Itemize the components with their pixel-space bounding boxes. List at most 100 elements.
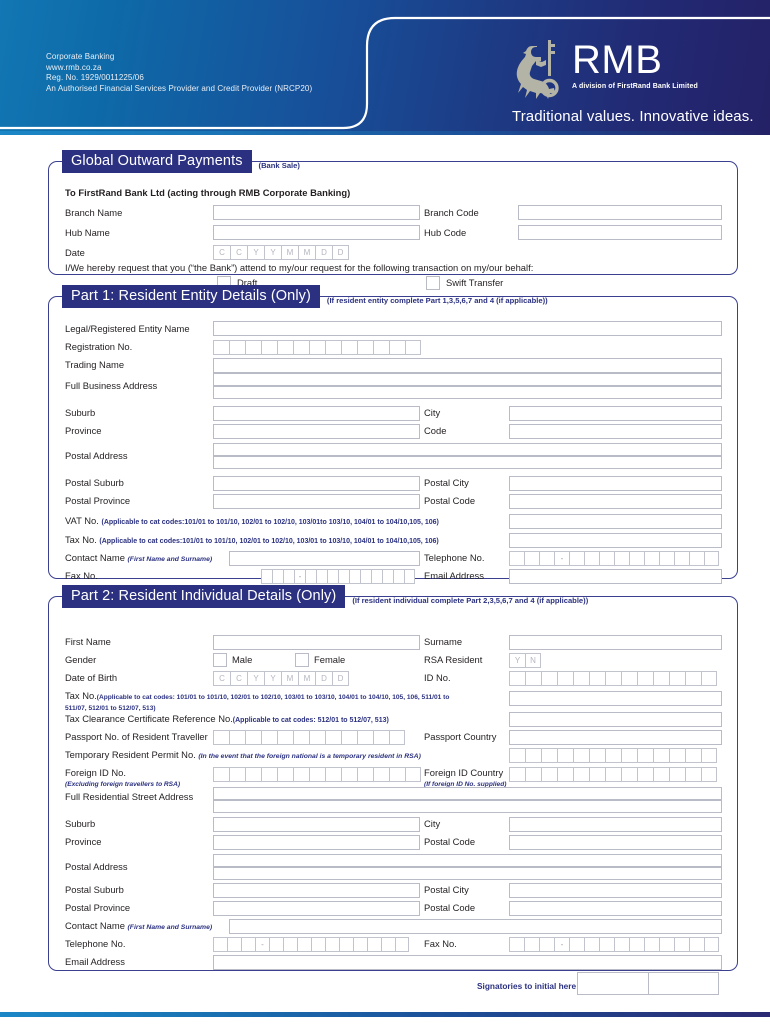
dob-cell[interactable]: D [332, 671, 349, 686]
postal-city-input[interactable] [509, 476, 722, 491]
fax-no-cell[interactable] [316, 569, 327, 584]
telephone-no-cells[interactable]: - [509, 551, 719, 566]
id-no-cell[interactable] [701, 671, 717, 686]
registration-no-cell[interactable] [373, 340, 389, 355]
city-input[interactable] [509, 406, 722, 421]
foreign-id-cell[interactable] [389, 767, 405, 782]
passport-no-cell[interactable] [293, 730, 309, 745]
email-address-input[interactable] [509, 569, 722, 584]
telephone-no-cell[interactable] [689, 551, 704, 566]
fax-no-cell-p2[interactable] [569, 937, 584, 952]
postal-code2-input-p2[interactable] [509, 901, 722, 916]
passport-no-cell[interactable] [373, 730, 389, 745]
registration-no-cell[interactable] [261, 340, 277, 355]
telephone-no-cell[interactable] [599, 551, 614, 566]
date-cell[interactable]: M [298, 245, 315, 260]
foreign-country-cell[interactable] [621, 767, 637, 782]
telephone-no-cell[interactable] [584, 551, 599, 566]
foreign-country-cells[interactable] [509, 767, 717, 782]
temporary-permit-cell[interactable] [573, 748, 589, 763]
foreign-id-cell[interactable] [325, 767, 341, 782]
branch-name-input[interactable] [213, 205, 420, 220]
rsa-resident-cells[interactable]: Y N [509, 653, 541, 668]
telephone-no-cell-p2[interactable] [381, 937, 395, 952]
date-cell[interactable]: Y [264, 245, 281, 260]
temporary-permit-cell[interactable] [637, 748, 653, 763]
id-no-cell[interactable] [541, 671, 557, 686]
passport-no-cell[interactable] [341, 730, 357, 745]
temporary-permit-cell[interactable] [557, 748, 573, 763]
registration-no-cell[interactable] [309, 340, 325, 355]
registration-no-cell[interactable] [277, 340, 293, 355]
temporary-permit-cell[interactable] [621, 748, 637, 763]
fax-no-cell[interactable] [360, 569, 371, 584]
branch-code-input[interactable] [518, 205, 722, 220]
date-cell[interactable]: M [281, 245, 298, 260]
passport-no-cell[interactable] [277, 730, 293, 745]
telephone-no-cell[interactable] [644, 551, 659, 566]
passport-no-cells[interactable] [213, 730, 405, 745]
hub-name-input[interactable] [213, 225, 420, 240]
fax-no-cell[interactable] [371, 569, 382, 584]
residential-address-line2-input[interactable] [213, 800, 722, 813]
telephone-no-cell[interactable] [614, 551, 629, 566]
temporary-permit-cell[interactable] [589, 748, 605, 763]
fax-no-cell-p2[interactable]: - [554, 937, 569, 952]
telephone-no-cell-p2[interactable] [241, 937, 255, 952]
business-address-line2-input[interactable] [213, 386, 722, 399]
fax-no-cell-p2[interactable] [509, 937, 524, 952]
registration-no-cell[interactable] [293, 340, 309, 355]
foreign-country-cell[interactable] [669, 767, 685, 782]
registration-no-cells[interactable] [213, 340, 421, 355]
postal-code-input-p2[interactable] [509, 835, 722, 850]
telephone-no-cell[interactable] [704, 551, 719, 566]
foreign-country-cell[interactable] [685, 767, 701, 782]
foreign-country-cell[interactable] [653, 767, 669, 782]
id-no-cell[interactable] [573, 671, 589, 686]
date-cell[interactable]: Y [247, 245, 264, 260]
fax-no-cell-p2[interactable] [599, 937, 614, 952]
telephone-no-cell[interactable] [629, 551, 644, 566]
fax-no-cells[interactable]: - [261, 569, 415, 584]
code-input[interactable] [509, 424, 722, 439]
postal-province-input[interactable] [213, 494, 420, 509]
telephone-no-cell[interactable] [509, 551, 524, 566]
foreign-id-cells[interactable] [213, 767, 421, 782]
surname-input[interactable] [509, 635, 722, 650]
tax-no-input-p2[interactable] [509, 691, 722, 706]
telephone-no-cell[interactable] [539, 551, 554, 566]
dob-cell[interactable]: C [213, 671, 230, 686]
dob-cell[interactable]: D [315, 671, 332, 686]
telephone-no-cell-p2[interactable] [311, 937, 325, 952]
foreign-country-cell[interactable] [637, 767, 653, 782]
telephone-no-cell[interactable] [524, 551, 539, 566]
fax-no-cell-p2[interactable] [614, 937, 629, 952]
foreign-id-cell[interactable] [261, 767, 277, 782]
postal-province-input-p2[interactable] [213, 901, 420, 916]
foreign-country-cell[interactable] [605, 767, 621, 782]
registration-no-cell[interactable] [229, 340, 245, 355]
fax-no-cell-p2[interactable] [704, 937, 719, 952]
fax-no-cell-p2[interactable] [689, 937, 704, 952]
registration-no-cell[interactable] [405, 340, 421, 355]
temporary-permit-cell[interactable] [701, 748, 717, 763]
fax-no-cell[interactable] [283, 569, 294, 584]
fax-no-cell[interactable] [404, 569, 415, 584]
id-no-cell[interactable] [685, 671, 701, 686]
passport-no-cell[interactable] [229, 730, 245, 745]
telephone-no-cell-p2[interactable] [213, 937, 227, 952]
dob-cell[interactable]: Y [264, 671, 281, 686]
foreign-id-cell[interactable] [229, 767, 245, 782]
province-input[interactable] [213, 424, 420, 439]
dob-cell[interactable]: M [298, 671, 315, 686]
date-of-birth-cells[interactable]: C C Y Y M M D D [213, 671, 349, 686]
postal-address-line2-input[interactable] [213, 456, 722, 469]
fax-no-cell[interactable] [261, 569, 272, 584]
legal-entity-name-input[interactable] [213, 321, 722, 336]
registration-no-cell[interactable] [325, 340, 341, 355]
fax-no-cells-p2[interactable]: - [509, 937, 719, 952]
fax-no-cell[interactable] [382, 569, 393, 584]
id-no-cell[interactable] [653, 671, 669, 686]
foreign-country-cell[interactable] [541, 767, 557, 782]
id-no-cell[interactable] [589, 671, 605, 686]
